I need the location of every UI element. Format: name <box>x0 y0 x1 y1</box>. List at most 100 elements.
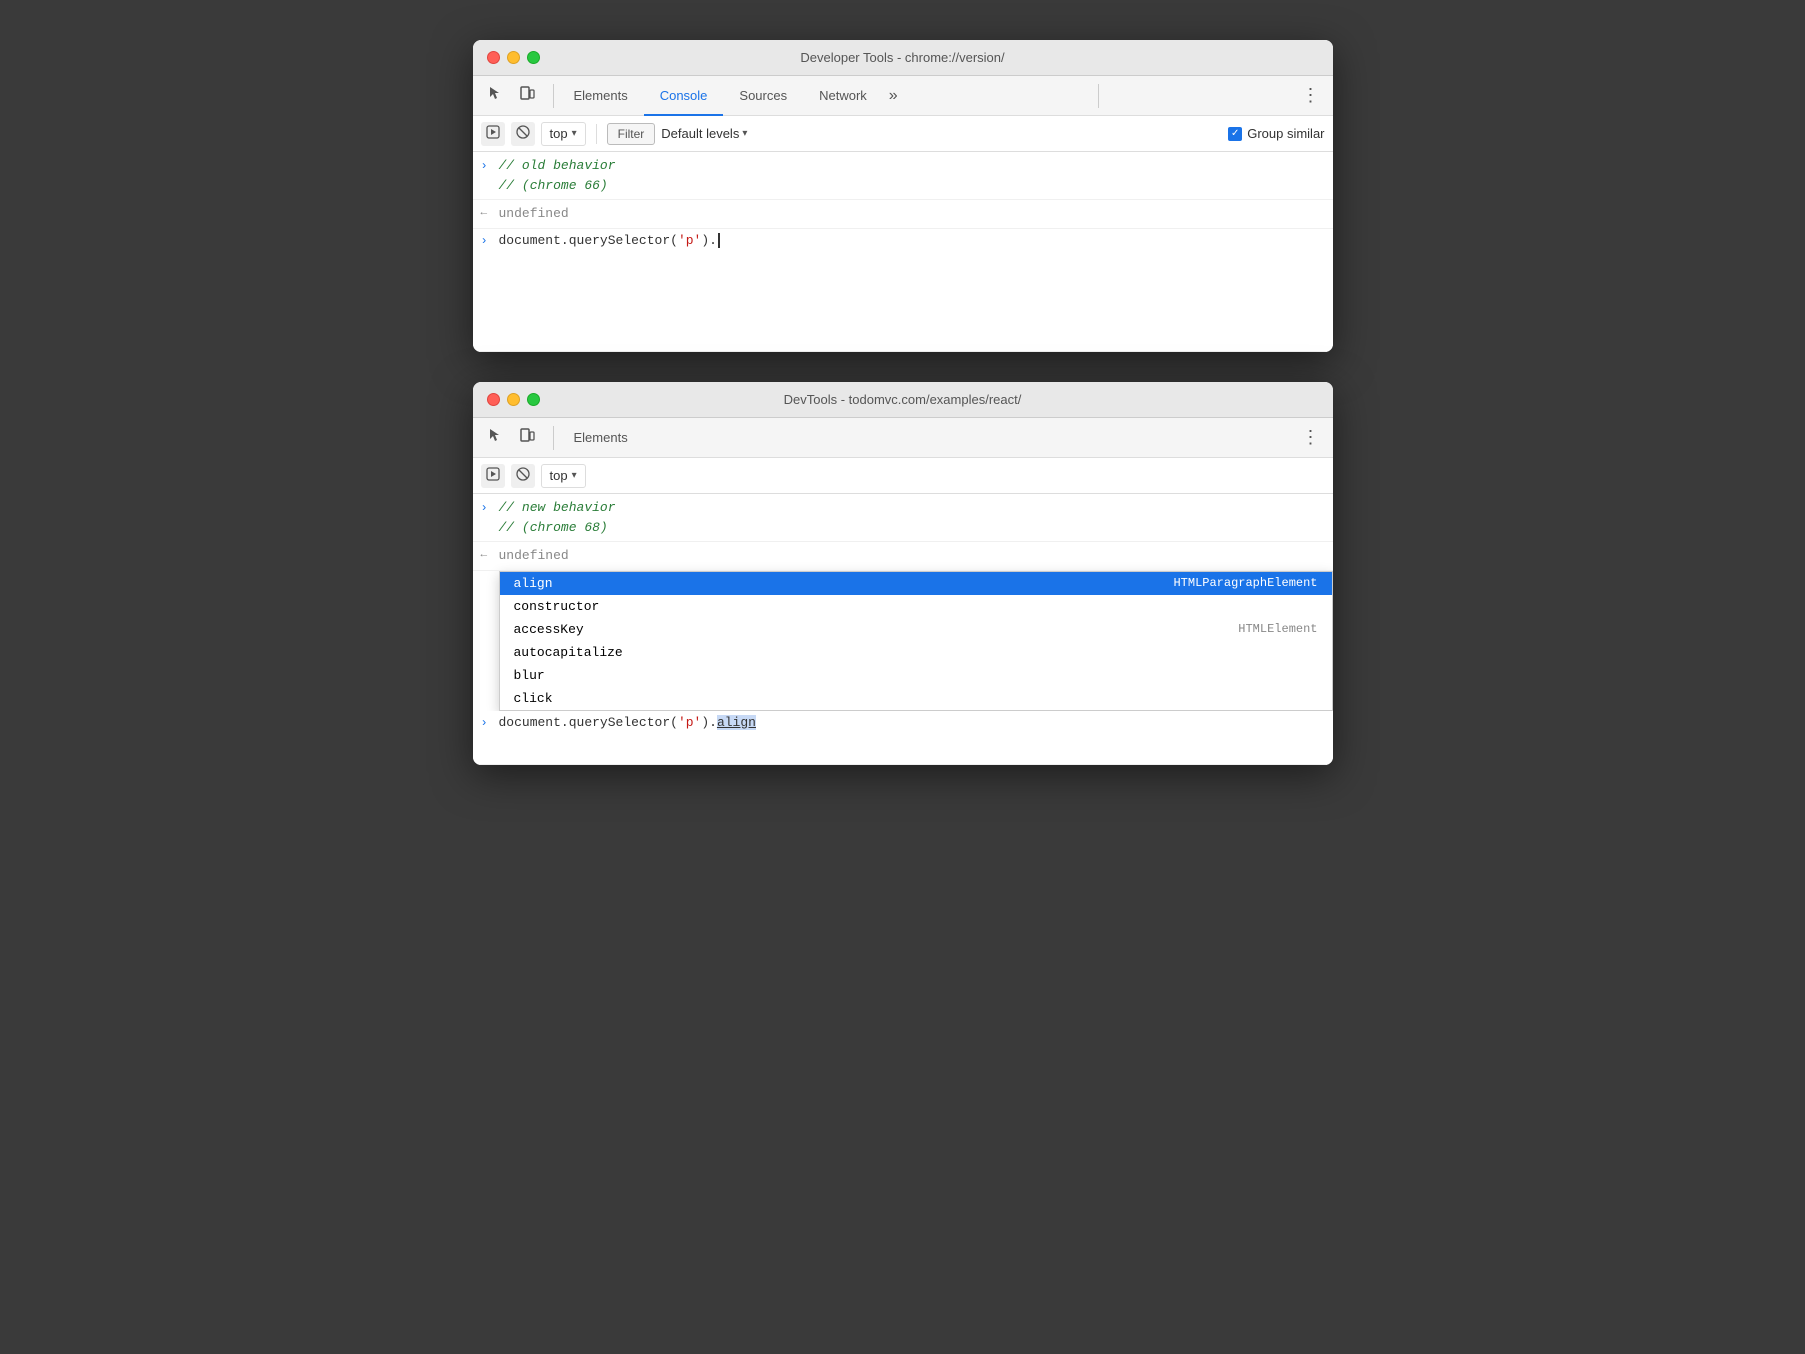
input-arrow-3: › <box>481 499 488 517</box>
tab-elements-1[interactable]: Elements <box>558 76 644 116</box>
menu-icon: ⋮ <box>1301 85 1319 106</box>
context-label-1: top <box>550 126 568 141</box>
console-input-text-2: document.querySelector('p').align <box>499 715 756 730</box>
console-return-2: undefined <box>499 546 569 566</box>
return-arrow-2: ← <box>481 547 488 564</box>
minimize-button-2[interactable] <box>507 393 520 406</box>
toolbar-separator-1 <box>596 124 597 144</box>
title-bar-1: Developer Tools - chrome://version/ <box>473 40 1333 76</box>
tab-bar-2: Elements ⋮ <box>473 418 1333 458</box>
traffic-lights-1 <box>487 51 540 64</box>
devtools-menu-btn-2[interactable]: ⋮ <box>1297 424 1325 452</box>
more-tabs-icon: » <box>889 87 898 105</box>
device-icon-btn[interactable] <box>513 82 541 110</box>
tab-divider-3 <box>553 426 554 450</box>
run-icon <box>486 125 500 142</box>
cursor-icon <box>487 85 503 106</box>
run-script-btn-2[interactable] <box>481 464 505 488</box>
autocomplete-name-1: constructor <box>514 599 600 614</box>
device-icon-btn-2[interactable] <box>513 424 541 452</box>
context-selector-2[interactable]: top ▾ <box>541 464 586 488</box>
devtools-menu-btn[interactable]: ⋮ <box>1296 82 1324 110</box>
group-similar-label[interactable]: Group similar <box>1228 126 1324 141</box>
autocomplete-name-2: accessKey <box>514 622 584 637</box>
console-input-text-1: document.querySelector('p'). <box>499 233 720 248</box>
block-icon <box>516 125 530 142</box>
console-line-2: ← undefined <box>473 200 1333 229</box>
default-levels-arrow: ▾ <box>742 128 747 139</box>
console-input-line-2[interactable]: › document.querySelector('p').align <box>473 711 1333 734</box>
tab-console-1[interactable]: Console <box>644 76 724 116</box>
context-label-2: top <box>550 468 568 483</box>
input-arrow-current-2: › <box>481 716 488 730</box>
traffic-lights-2 <box>487 393 540 406</box>
run-script-btn[interactable] <box>481 122 505 146</box>
clear-console-btn-2[interactable] <box>511 464 535 488</box>
tab-sources-1[interactable]: Sources <box>723 76 803 116</box>
tab-bar-1: Elements Console Sources Network » ⋮ <box>473 76 1333 116</box>
console-comment-2: // new behavior// (chrome 68) <box>499 498 616 537</box>
autocomplete-item-autocapitalize[interactable]: autocapitalize <box>500 641 1332 664</box>
close-button-2[interactable] <box>487 393 500 406</box>
group-similar-area: Group similar <box>1228 126 1324 141</box>
console-padding-2 <box>473 734 1333 764</box>
close-button[interactable] <box>487 51 500 64</box>
console-return-1: undefined <box>499 204 569 224</box>
cursor-icon-2 <box>487 427 503 448</box>
autocomplete-dropdown: align HTMLParagraphElement constructor a… <box>499 571 1333 711</box>
input-arrow-current-1: › <box>481 234 488 248</box>
tab-bar-icons <box>481 82 541 110</box>
autocomplete-name-3: autocapitalize <box>514 645 623 660</box>
filter-btn-1[interactable]: Filter <box>607 123 656 145</box>
console-line-4: ← undefined <box>473 542 1333 571</box>
title-bar-2: DevTools - todomvc.com/examples/react/ <box>473 382 1333 418</box>
device-icon <box>519 85 535 106</box>
context-arrow-2: ▾ <box>572 470 577 481</box>
group-similar-text: Group similar <box>1247 126 1324 141</box>
console-line-3: › // new behavior// (chrome 68) <box>473 494 1333 542</box>
window-title-2: DevTools - todomvc.com/examples/react/ <box>784 392 1022 407</box>
more-tabs-btn[interactable]: » <box>883 87 904 105</box>
autocomplete-type-2: HTMLElement <box>1238 622 1317 636</box>
console-toolbar-1: top ▾ Filter Default levels ▾ Group simi… <box>473 116 1333 152</box>
autocomplete-item-align[interactable]: align HTMLParagraphElement <box>500 572 1332 595</box>
autocomplete-name-5: click <box>514 691 553 706</box>
inspect-icon-btn[interactable] <box>481 82 509 110</box>
inspect-icon-btn-2[interactable] <box>481 424 509 452</box>
block-icon-2 <box>516 467 530 484</box>
console-padding-1 <box>473 252 1333 312</box>
autocomplete-name-0: align <box>514 576 553 591</box>
autocomplete-item-constructor[interactable]: constructor <box>500 595 1332 618</box>
run-icon-2 <box>486 467 500 484</box>
devtools-window-1: Developer Tools - chrome://version/ <box>473 40 1333 352</box>
tab-network-1[interactable]: Network <box>803 76 883 116</box>
context-selector-1[interactable]: top ▾ <box>541 122 586 146</box>
clear-console-btn[interactable] <box>511 122 535 146</box>
window-title-1: Developer Tools - chrome://version/ <box>800 50 1004 65</box>
autocomplete-name-4: blur <box>514 668 545 683</box>
autocomplete-item-accesskey[interactable]: accessKey HTMLElement <box>500 618 1332 641</box>
tab-divider <box>553 84 554 108</box>
tab-bar-icons-2 <box>481 424 541 452</box>
console-comment-1: // old behavior// (chrome 66) <box>499 156 616 195</box>
autocomplete-type-0: HTMLParagraphElement <box>1173 576 1317 590</box>
autocomplete-item-click[interactable]: click <box>500 687 1332 710</box>
input-arrow-1: › <box>481 157 488 175</box>
autocomplete-item-blur[interactable]: blur <box>500 664 1332 687</box>
console-input-line-1[interactable]: › document.querySelector('p'). <box>473 229 1333 252</box>
tab-divider-2 <box>1098 84 1099 108</box>
console-output-1: › // old behavior// (chrome 66) ← undefi… <box>473 152 1333 352</box>
minimize-button[interactable] <box>507 51 520 64</box>
context-arrow-1: ▾ <box>572 128 577 139</box>
group-similar-checkbox[interactable] <box>1228 127 1242 141</box>
maximize-button-2[interactable] <box>527 393 540 406</box>
menu-icon-2: ⋮ <box>1302 427 1320 448</box>
return-arrow-1: ← <box>481 205 488 222</box>
device-icon-2 <box>519 427 535 448</box>
devtools-window-2: DevTools - todomvc.com/examples/react/ <box>473 382 1333 765</box>
console-output-2: › // new behavior// (chrome 68) ← undefi… <box>473 494 1333 765</box>
maximize-button[interactable] <box>527 51 540 64</box>
tab-elements-2[interactable]: Elements <box>558 418 644 458</box>
console-line-1: › // old behavior// (chrome 66) <box>473 152 1333 200</box>
default-levels-btn[interactable]: Default levels ▾ <box>661 126 747 141</box>
